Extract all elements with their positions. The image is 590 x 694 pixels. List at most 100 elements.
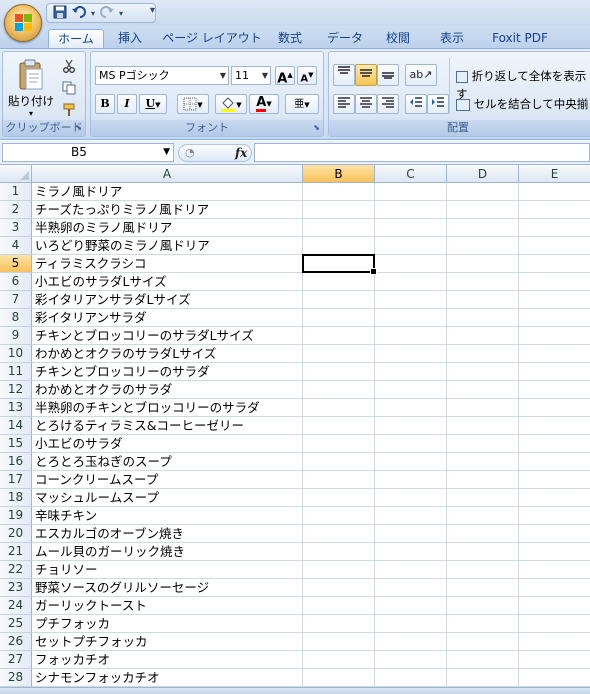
cell-a28[interactable]: シナモンフォッカチオ — [32, 669, 303, 687]
cell-d27[interactable] — [447, 651, 519, 669]
cell-b9[interactable] — [303, 327, 375, 345]
cell-c12[interactable] — [375, 381, 447, 399]
cell-b20[interactable] — [303, 525, 375, 543]
cell-e25[interactable] — [519, 615, 590, 633]
cell-d28[interactable] — [447, 669, 519, 687]
cell-e17[interactable] — [519, 471, 590, 489]
cell-e23[interactable] — [519, 579, 590, 597]
underline-button[interactable]: U▼ — [139, 94, 167, 114]
cell-e4[interactable] — [519, 237, 590, 255]
cell-d24[interactable] — [447, 597, 519, 615]
cell-c15[interactable] — [375, 435, 447, 453]
cell-c25[interactable] — [375, 615, 447, 633]
cell-b24[interactable] — [303, 597, 375, 615]
cell-d14[interactable] — [447, 417, 519, 435]
cell-e28[interactable] — [519, 669, 590, 687]
cell-b26[interactable] — [303, 633, 375, 651]
align-middle-button[interactable] — [355, 64, 377, 86]
cell-b4[interactable] — [303, 237, 375, 255]
row-header[interactable]: 14 — [0, 417, 32, 435]
font-size-combo[interactable]: 11 ▼ — [231, 66, 271, 85]
row-header[interactable]: 4 — [0, 237, 32, 255]
cell-b3[interactable] — [303, 219, 375, 237]
cell-d16[interactable] — [447, 453, 519, 471]
cell-c19[interactable] — [375, 507, 447, 525]
cell-e14[interactable] — [519, 417, 590, 435]
grow-font-button[interactable]: A▲ — [275, 66, 295, 86]
tab-data[interactable]: データ — [320, 29, 370, 48]
cell-e8[interactable] — [519, 309, 590, 327]
cell-d1[interactable] — [447, 183, 519, 201]
row-header[interactable]: 12 — [0, 381, 32, 399]
dialog-launcher-icon[interactable]: ⬊ — [313, 120, 320, 136]
cell-c1[interactable] — [375, 183, 447, 201]
cell-e20[interactable] — [519, 525, 590, 543]
cell-c20[interactable] — [375, 525, 447, 543]
cell-a22[interactable]: チョリソー — [32, 561, 303, 579]
row-header[interactable]: 1 — [0, 183, 32, 201]
column-header-d[interactable]: D — [447, 165, 519, 183]
decrease-indent-button[interactable] — [405, 94, 427, 114]
align-left-button[interactable] — [333, 94, 355, 114]
cell-d7[interactable] — [447, 291, 519, 309]
active-cell-selection[interactable] — [302, 254, 377, 275]
cell-a8[interactable]: 彩イタリアンサラダ — [32, 309, 303, 327]
cell-e12[interactable] — [519, 381, 590, 399]
column-header-a[interactable]: A — [32, 165, 303, 183]
cell-a6[interactable]: 小エビのサラダLサイズ — [32, 273, 303, 291]
fill-color-button[interactable]: ▼ — [215, 94, 247, 114]
cell-e18[interactable] — [519, 489, 590, 507]
redo-icon[interactable] — [99, 5, 115, 22]
cell-c21[interactable] — [375, 543, 447, 561]
cell-c16[interactable] — [375, 453, 447, 471]
cell-e13[interactable] — [519, 399, 590, 417]
cell-a16[interactable]: とろとろ玉ねぎのスープ — [32, 453, 303, 471]
row-header[interactable]: 7 — [0, 291, 32, 309]
row-header[interactable]: 25 — [0, 615, 32, 633]
font-name-combo[interactable]: MS Pゴシック ▼ — [95, 66, 229, 85]
row-header[interactable]: 27 — [0, 651, 32, 669]
cell-e21[interactable] — [519, 543, 590, 561]
cell-c22[interactable] — [375, 561, 447, 579]
cell-e11[interactable] — [519, 363, 590, 381]
cell-e1[interactable] — [519, 183, 590, 201]
cell-e27[interactable] — [519, 651, 590, 669]
column-header-b[interactable]: B — [303, 165, 375, 183]
cell-d21[interactable] — [447, 543, 519, 561]
cell-c3[interactable] — [375, 219, 447, 237]
cell-c23[interactable] — [375, 579, 447, 597]
cell-d9[interactable] — [447, 327, 519, 345]
row-header[interactable]: 20 — [0, 525, 32, 543]
tab-review[interactable]: 校閲 — [376, 29, 420, 48]
cell-c26[interactable] — [375, 633, 447, 651]
align-top-button[interactable] — [333, 64, 355, 86]
cell-c11[interactable] — [375, 363, 447, 381]
phonetic-guide-button[interactable]: 亜▼ — [285, 94, 319, 114]
cell-b15[interactable] — [303, 435, 375, 453]
cell-d6[interactable] — [447, 273, 519, 291]
cell-c8[interactable] — [375, 309, 447, 327]
cell-a26[interactable]: セットプチフォッカ — [32, 633, 303, 651]
cell-a27[interactable]: フォッカチオ — [32, 651, 303, 669]
cell-a10[interactable]: わかめとオクラのサラダLサイズ — [32, 345, 303, 363]
cell-a18[interactable]: マッシュルームスープ — [32, 489, 303, 507]
cell-d22[interactable] — [447, 561, 519, 579]
cell-a3[interactable]: 半熟卵のミラノ風ドリア — [32, 219, 303, 237]
formula-input[interactable] — [254, 143, 590, 162]
cell-a13[interactable]: 半熟卵のチキンとブロッコリーのサラダ — [32, 399, 303, 417]
cell-d11[interactable] — [447, 363, 519, 381]
office-button[interactable] — [4, 4, 42, 42]
cell-d20[interactable] — [447, 525, 519, 543]
cell-a2[interactable]: チーズたっぷりミラノ風ドリア — [32, 201, 303, 219]
dialog-launcher-icon[interactable]: ⬊ — [75, 120, 82, 136]
cell-b14[interactable] — [303, 417, 375, 435]
bold-button[interactable]: B — [95, 94, 115, 114]
sheet-tab-bar[interactable] — [0, 687, 590, 694]
row-header[interactable]: 13 — [0, 399, 32, 417]
cell-c14[interactable] — [375, 417, 447, 435]
align-center-button[interactable] — [355, 94, 377, 114]
borders-button[interactable]: ▼ — [177, 94, 209, 114]
cell-b22[interactable] — [303, 561, 375, 579]
cell-a1[interactable]: ミラノ風ドリア — [32, 183, 303, 201]
cell-b12[interactable] — [303, 381, 375, 399]
